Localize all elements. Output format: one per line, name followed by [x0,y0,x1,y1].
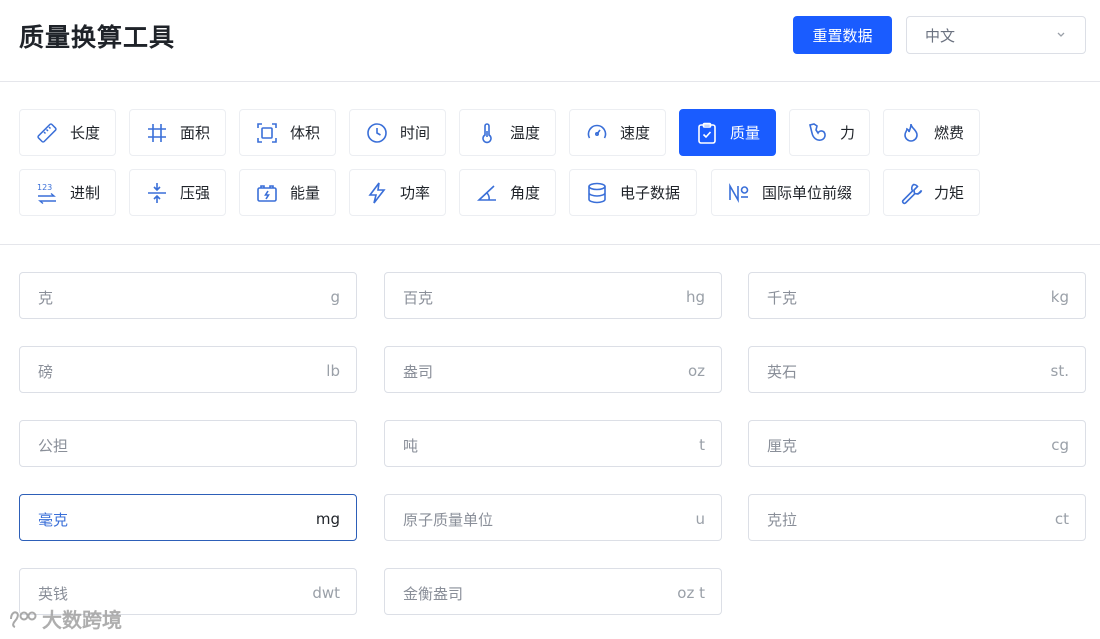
unit-field-troy-ounce[interactable]: 金衡盎司 oz t [384,568,722,615]
lightning-icon [364,180,390,206]
tab-length[interactable]: 长度 [19,109,116,156]
tab-number-base[interactable]: 123 进制 [19,169,116,216]
page-title: 质量换算工具 [19,23,176,52]
unit-field-tonne[interactable]: 吨t [384,420,722,467]
numero-icon [726,180,752,206]
watermark-logo-icon [10,610,37,628]
clock-icon [364,120,390,146]
unit-field-pound[interactable]: 磅 lb [19,346,357,393]
flame-icon [898,120,924,146]
muscle-icon [804,120,830,146]
tab-torque[interactable]: 力矩 [883,169,980,216]
unit-field-ounce[interactable]: 盎司 oz [384,346,722,393]
tab-power[interactable]: 功率 [349,169,446,216]
unit-field-centigram[interactable]: 厘克 cg [748,420,1086,467]
watermark: 大数跨境 [8,604,122,633]
unit-field-milligram[interactable]: 毫克 mg [19,494,357,541]
unit-field-quintal[interactable]: 公担 [19,420,357,467]
unit-field-gram[interactable]: 克g [19,272,357,319]
ruler-icon [34,120,60,146]
unit-field-atomic-mass-unit[interactable]: 原子质量单位 u [384,494,722,541]
tab-mass[interactable]: 质量 [679,109,776,156]
tab-digital-data[interactable]: 电子数据 [569,169,697,216]
svg-text:123: 123 [37,183,52,192]
unit-field-kilogram[interactable]: 千克 kg [748,272,1086,319]
compress-icon [144,180,170,206]
tab-angle[interactable]: 角度 [459,169,556,216]
tab-volume[interactable]: 体积 [239,109,336,156]
unit-field-stone[interactable]: 英石 st. [748,346,1086,393]
tab-speed[interactable]: 速度 [569,109,666,156]
unit-field-hectogram[interactable]: 百克 hg [384,272,722,319]
angle-icon [474,180,500,206]
app-header: 质量换算工具 重置数据 中文 [0,0,1100,82]
language-select-value: 中文 [925,26,956,45]
thermometer-icon [474,120,500,146]
hash-icon [144,120,170,146]
category-tabs: 长度 面积 体积 时间 温度 速度 质量 力 燃费 123 进制 压强 能量 功… [0,82,1100,245]
tab-fuel[interactable]: 燃费 [883,109,980,156]
frame-icon [254,120,280,146]
tab-area[interactable]: 面积 [129,109,226,156]
tab-force[interactable]: 力 [789,109,870,156]
tab-temperature[interactable]: 温度 [459,109,556,156]
speedometer-icon [584,120,610,146]
wrench-icon [898,180,924,206]
watermark-text: 大数跨境 [42,608,122,632]
tab-si-prefix[interactable]: 国际单位前缀 [711,169,870,216]
tab-energy[interactable]: 能量 [239,169,336,216]
tab-pressure[interactable]: 压强 [129,169,226,216]
clipboard-icon [694,120,720,146]
database-icon [584,180,610,206]
language-select[interactable]: 中文 [906,16,1086,54]
tab-time[interactable]: 时间 [349,109,446,156]
number-base-icon: 123 [34,180,60,206]
unit-field-carat[interactable]: 克拉 ct [748,494,1086,541]
battery-icon [254,180,280,206]
reset-data-button[interactable]: 重置数据 [793,16,892,54]
chevron-down-icon [1057,32,1065,37]
